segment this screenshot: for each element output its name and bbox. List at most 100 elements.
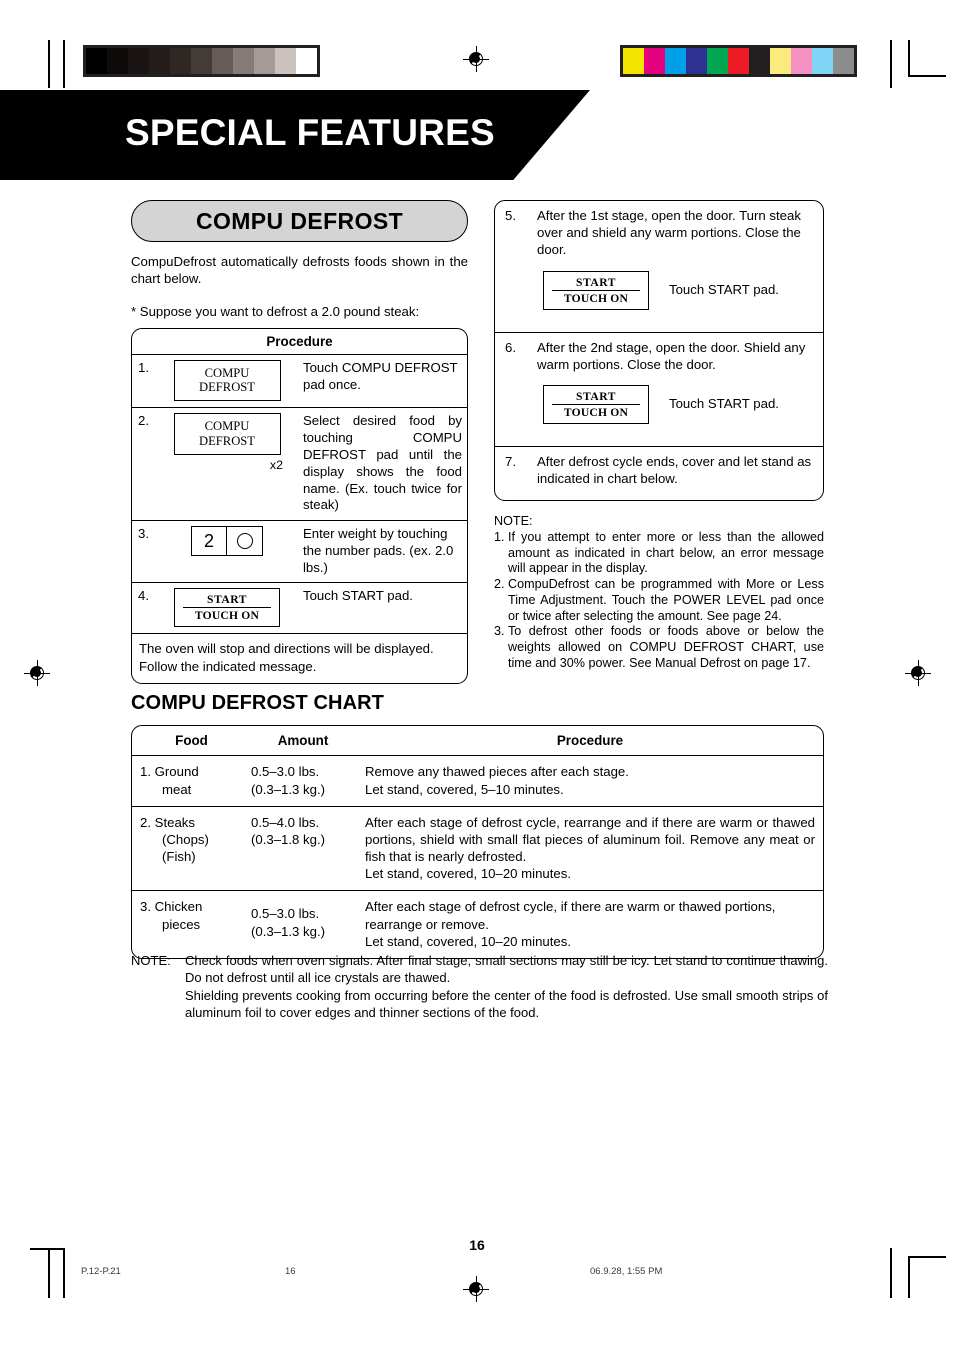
note-index: 1. <box>494 529 505 544</box>
chart-cell-amount: 0.5–3.0 lbs. (0.3–1.3 kg.) <box>247 756 359 805</box>
procedure-row: 7. After defrost cycle ends, cover and l… <box>495 447 823 500</box>
right-note-block: NOTE: 1. If you attempt to enter more or… <box>494 514 824 671</box>
start-pad[interactable]: START TOUCH ON <box>174 588 280 628</box>
procedure-step-number: 6. <box>505 339 516 355</box>
chart-amount-lbs: 0.5–3.0 lbs. <box>251 764 320 780</box>
crop-mark-bottom-left-outer <box>48 1248 50 1298</box>
number-pad-zero[interactable] <box>227 526 263 557</box>
number-pad-group: 2 <box>191 526 263 557</box>
procedure-step-pad-cell: START TOUCH ON <box>159 583 299 633</box>
procedure-continued-table: 5. After the 1st stage, open the door. T… <box>494 200 824 502</box>
crop-mark-top-right-corner-h <box>908 75 946 77</box>
left-column: COMPU DEFROST CompuDefrost automatically… <box>131 200 468 684</box>
compu-defrost-heading-label: COMPU DEFROST <box>195 207 404 234</box>
grayscale-swatch <box>170 48 191 74</box>
compu-defrost-pad[interactable]: COMPU DEFROST <box>173 413 281 455</box>
chart-title: COMPU DEFROST CHART <box>131 692 385 714</box>
chart-food-name: 2. Steaks <box>140 814 195 830</box>
start-pad-line1: START <box>552 276 640 291</box>
intro-paragraph: CompuDefrost automatically defrosts food… <box>131 254 468 286</box>
procedure-step-number: 1. <box>138 360 149 376</box>
procedure-step-body: After the 1st stage, open the door. Turn… <box>537 201 823 332</box>
color-swatch <box>686 48 707 74</box>
compu-defrost-pad-line2: DEFROST <box>199 433 255 448</box>
crop-mark-bottom-right-inner <box>890 1248 892 1298</box>
color-swatch <box>665 48 686 74</box>
start-pad-caption: Touch START pad. <box>669 396 779 412</box>
procedure-row: 4. START TOUCH ON Touch START pad. <box>132 583 467 635</box>
start-pad-caption: Touch START pad. <box>669 281 779 297</box>
color-swatch <box>770 48 791 74</box>
grayscale-swatch <box>86 48 107 74</box>
table-row: 3. Chicken pieces 0.5–3.0 lbs. (0.3–1.3 … <box>132 891 823 957</box>
compu-defrost-chart-section: COMPU DEFROST CHART Food Amount Procedur… <box>131 692 824 959</box>
document-page: SPECIAL FEATURES COMPU DEFROST CompuDefr… <box>0 0 954 1351</box>
color-swatch <box>644 48 665 74</box>
table-row: 1. Ground meat 0.5–3.0 lbs. (0.3–1.3 kg.… <box>132 756 823 807</box>
procedure-step-text: Touch COMPU DEFROST pad once. <box>303 360 458 393</box>
procedure-step-number: 3. <box>138 526 149 542</box>
chart-cell-food: 3. Chicken pieces <box>132 891 247 957</box>
procedure-step-pad-cell: 2 <box>159 521 299 582</box>
chart-food-sub2: (Fish) <box>162 849 196 865</box>
procedure-step-text: After defrost cycle ends, cover and let … <box>537 454 812 487</box>
crop-mark-top-right-inner <box>890 40 892 88</box>
note-text: If you attempt to enter more or less tha… <box>508 529 824 576</box>
note-text: CompuDefrost can be programmed with More… <box>508 577 824 623</box>
chart-food-sub: meat <box>162 781 192 797</box>
procedure-step-number: 4. <box>138 588 149 604</box>
chart-food-sub: pieces <box>162 916 201 932</box>
page-title: SPECIAL FEATURES <box>125 112 495 153</box>
procedure-step-pad-row: START TOUCH ON Touch START pad. <box>543 385 815 425</box>
procedure-step-pad-row: START TOUCH ON Touch START pad. <box>543 270 815 310</box>
chart-food-sub: (Chops) <box>162 831 209 847</box>
compu-defrost-pad-line2: DEFROST <box>199 380 255 395</box>
chart-header-row: Food Amount Procedure <box>132 726 823 757</box>
color-swatch <box>791 48 812 74</box>
grayscale-swatch <box>212 48 233 74</box>
start-pad[interactable]: START TOUCH ON <box>543 270 649 310</box>
note-index: 2. <box>494 577 505 592</box>
crop-mark-top-left-inner <box>63 40 65 88</box>
note-index: 3. <box>494 624 505 639</box>
color-swatch <box>728 48 749 74</box>
chart-cell-amount: 0.5–3.0 lbs. (0.3–1.3 kg.) <box>247 891 359 957</box>
chart-column-header-procedure: Procedure <box>556 733 624 748</box>
procedure-step-body: After defrost cycle ends, cover and let … <box>537 447 823 500</box>
compu-defrost-pad-line1: COMPU <box>204 419 250 434</box>
procedure-step-body: After the 2nd stage, open the door. Shie… <box>537 333 823 447</box>
footer-note-body: Check foods when oven signals. After fin… <box>185 952 828 1021</box>
procedure-closing-text: The oven will stop and directions will b… <box>139 641 434 674</box>
start-pad-line2: TOUCH ON <box>194 609 260 623</box>
start-pad-line2: TOUCH ON <box>563 406 629 420</box>
procedure-row: 2. COMPU DEFROST x2 Select desired food … <box>132 408 467 522</box>
number-pad-two[interactable]: 2 <box>191 526 227 557</box>
grayscale-swatch <box>275 48 296 74</box>
procedure-step-number: 7. <box>505 454 516 470</box>
color-swatch <box>623 48 644 74</box>
grayscale-swatch <box>233 48 254 74</box>
footer-note-label: NOTE: <box>131 953 171 968</box>
chart-cell-procedure: After each stage of defrost cycle, rearr… <box>365 814 815 882</box>
registration-mark-left-middle <box>24 660 50 686</box>
procedure-step-text: After the 2nd stage, open the door. Shie… <box>537 339 806 372</box>
compu-defrost-pad[interactable]: COMPU DEFROST <box>173 360 281 402</box>
start-pad[interactable]: START TOUCH ON <box>543 385 649 425</box>
chart-cell-food: 2. Steaks (Chops) (Fish) <box>132 807 247 891</box>
table-row: 2. Steaks (Chops) (Fish) 0.5–4.0 lbs. (0… <box>132 807 823 892</box>
registration-mark-bottom-center <box>463 1276 489 1302</box>
chart-cell-procedure: Remove any thawed pieces after each stag… <box>365 764 629 797</box>
right-column: 5. After the 1st stage, open the door. T… <box>494 200 824 672</box>
color-swatch <box>833 48 854 74</box>
procedure-row: 6. After the 2nd stage, open the door. S… <box>495 333 823 448</box>
page-number: 16 <box>469 1237 485 1253</box>
procedure-row: 5. After the 1st stage, open the door. T… <box>495 201 823 333</box>
printer-page-label: 16 <box>285 1266 296 1277</box>
printer-file-label: P.12-P.21 <box>81 1266 121 1277</box>
crop-mark-bottom-right-corner-h <box>908 1256 946 1258</box>
procedure-step-text: Select desired food by touching COMPU DE… <box>303 413 462 513</box>
chart-column-header-amount: Amount <box>277 733 329 748</box>
registration-mark-top-center <box>463 46 489 72</box>
compu-defrost-pad-line1: COMPU <box>204 366 250 381</box>
crop-mark-top-left-outer <box>48 40 50 88</box>
